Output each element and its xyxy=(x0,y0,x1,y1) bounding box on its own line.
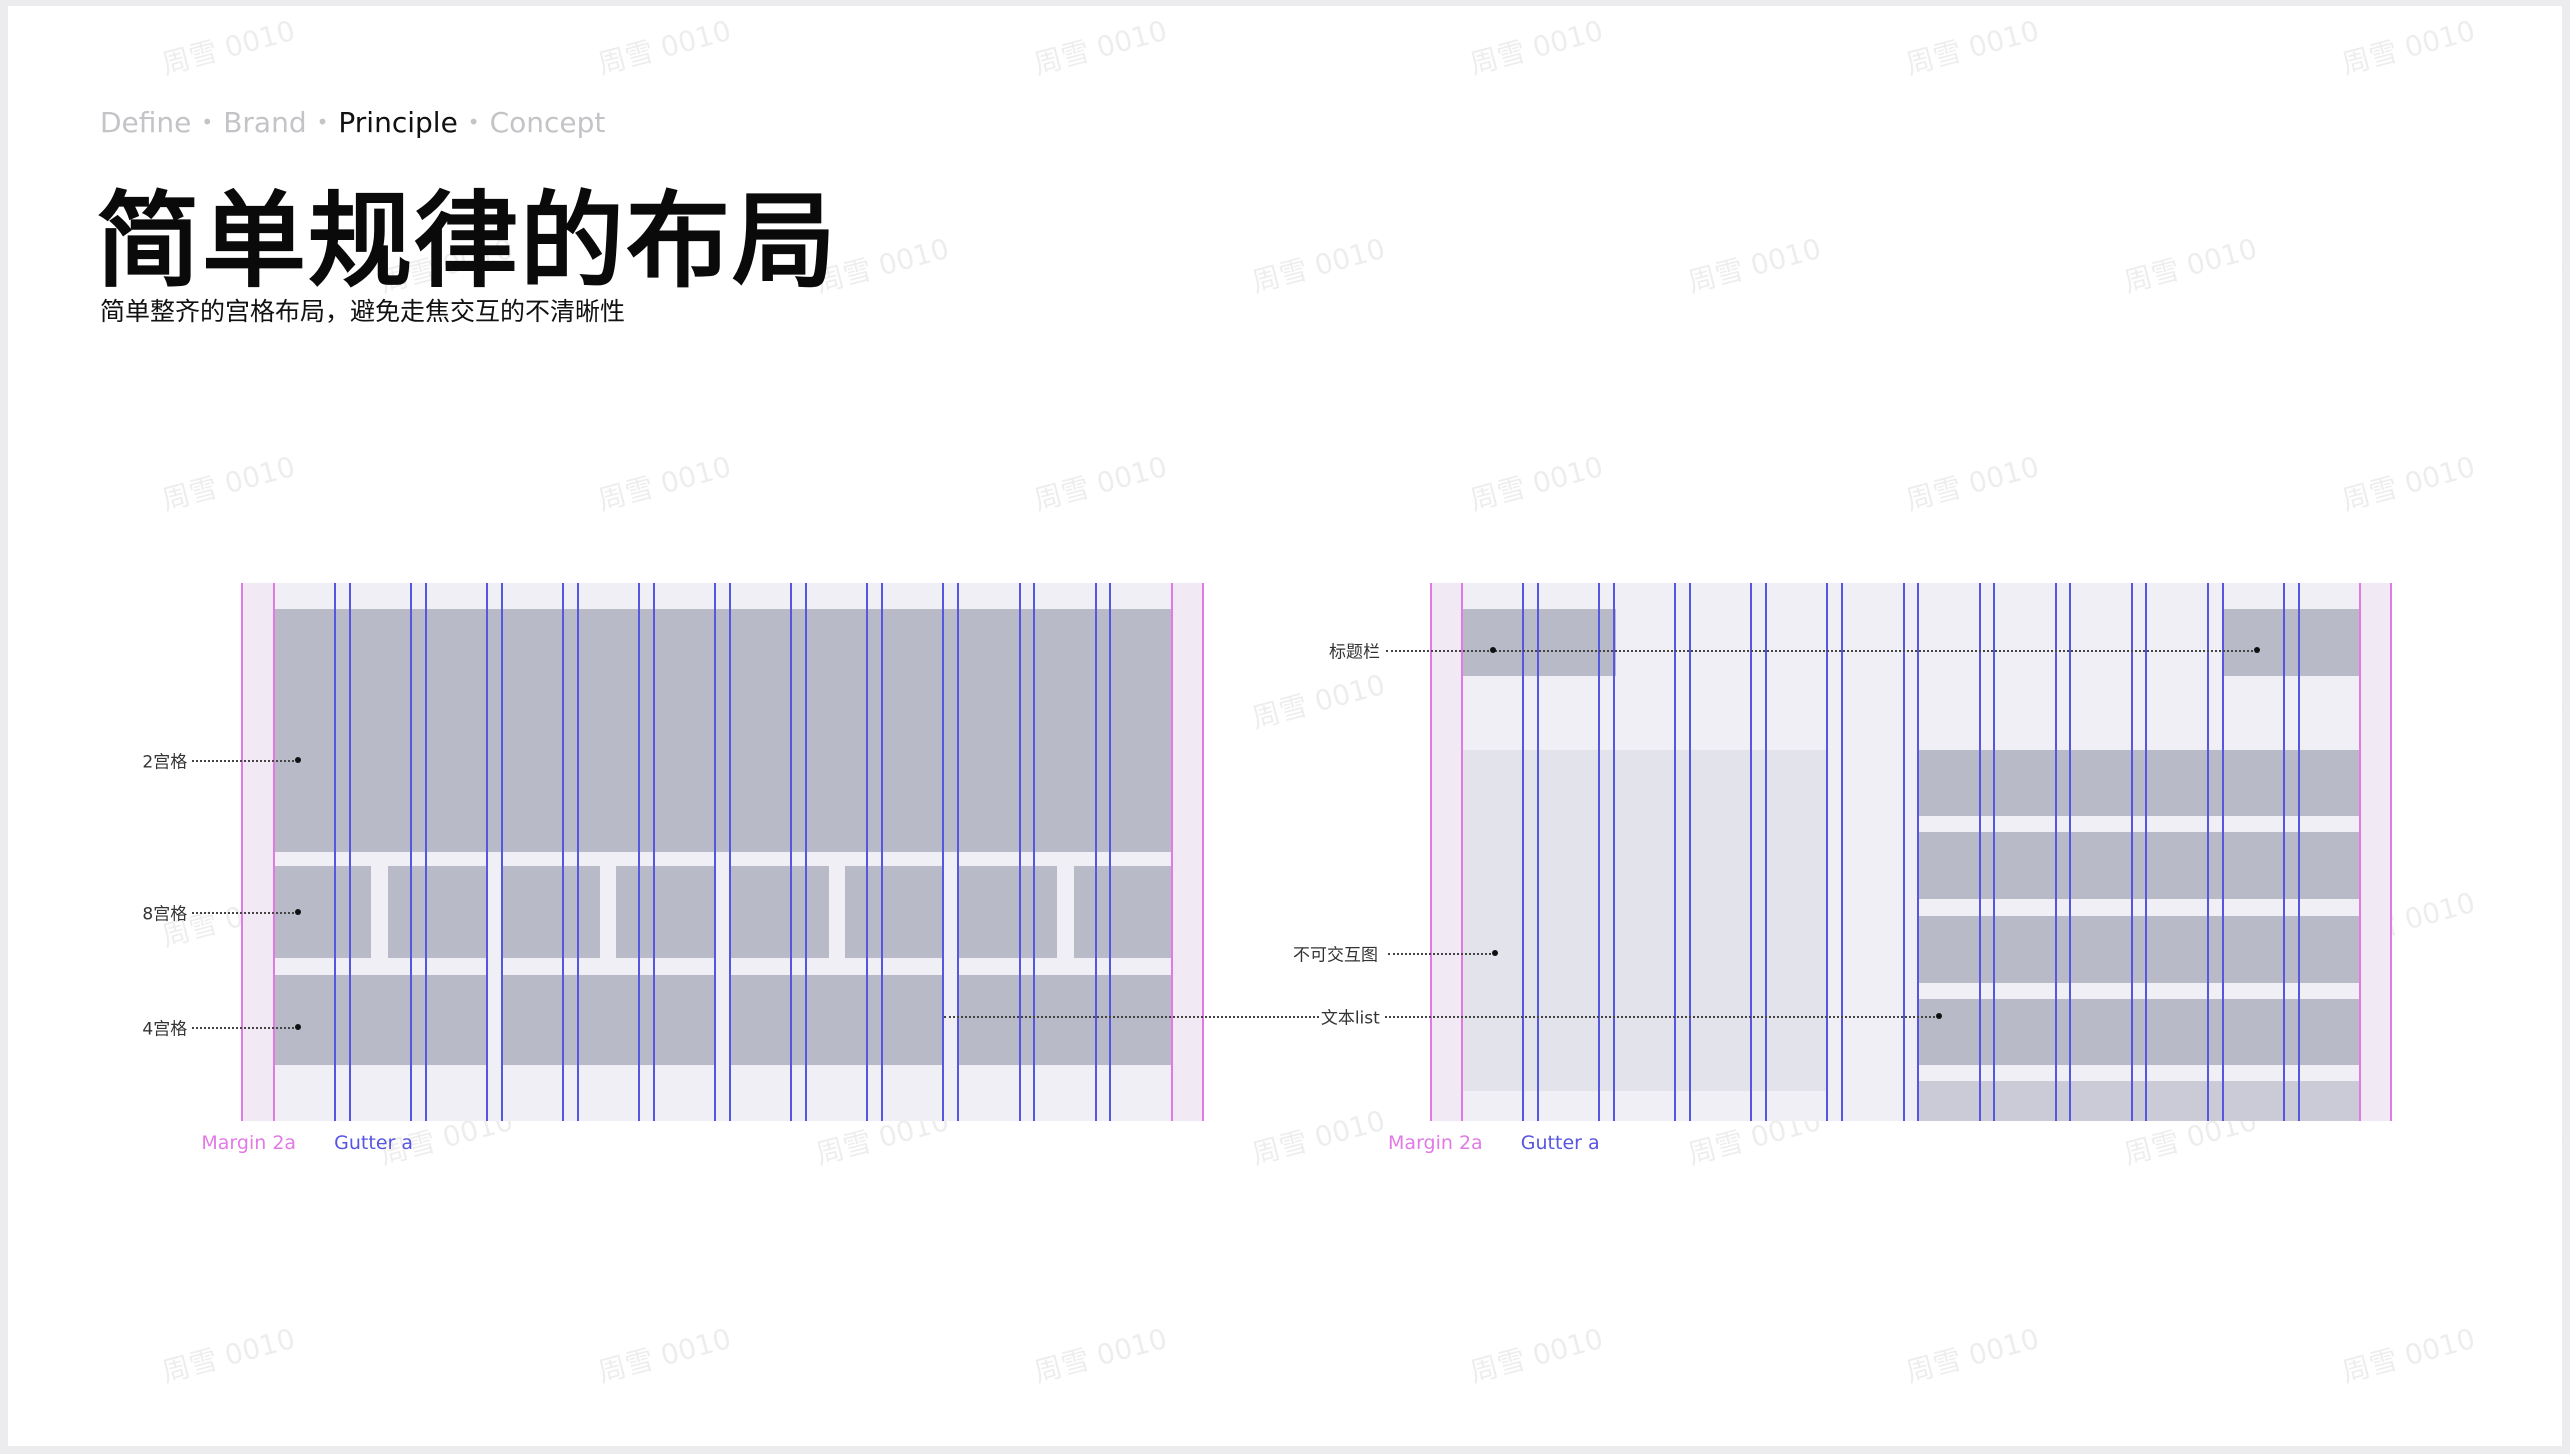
gutter-line xyxy=(2282,582,2285,1121)
gutter-line xyxy=(1522,582,1525,1121)
gutter-line xyxy=(1902,582,1905,1121)
gutter-line xyxy=(2297,582,2300,1121)
text-list-row xyxy=(1919,915,2360,983)
text-list-row xyxy=(1919,832,2360,900)
margin-line xyxy=(1460,582,1463,1121)
leader-dot xyxy=(1935,1012,1942,1019)
leader-dot xyxy=(2253,647,2260,654)
margin-zone xyxy=(1430,582,1462,1121)
gutter-line xyxy=(1689,582,1692,1121)
label-non-interactive-image: 不可交互图 xyxy=(1292,945,1378,966)
gutter-line xyxy=(1993,582,1996,1121)
leader-line xyxy=(1384,1015,1939,1018)
gutter-line xyxy=(2145,582,2148,1121)
gutter-line xyxy=(2130,582,2133,1121)
margin-line xyxy=(2390,582,2393,1121)
gutter-line xyxy=(1612,582,1615,1121)
gutter-line xyxy=(1841,582,1844,1121)
gutter-line xyxy=(1536,582,1539,1121)
margin-line xyxy=(1429,582,1432,1121)
label-title-bar: 标题栏 xyxy=(1329,642,1381,663)
list-layout-diagram: 标题栏 不可交互图 文本list Margin 2a Gutter a xyxy=(8,6,2562,1446)
legend-gutter: Gutter a xyxy=(1520,1131,1600,1154)
leader-dot xyxy=(1491,950,1498,957)
gutter-line xyxy=(2206,582,2209,1121)
margin-zone xyxy=(2359,582,2392,1121)
legend-margin: Margin 2a xyxy=(1388,1131,1483,1154)
gutter-line xyxy=(1674,582,1677,1121)
title-bar-block-right xyxy=(2223,609,2360,677)
label-text-list: 文本list xyxy=(1320,1008,1380,1029)
text-list-row xyxy=(1919,750,2360,816)
leader-line xyxy=(1386,650,2257,653)
gutter-line xyxy=(1765,582,1768,1121)
gutter-line xyxy=(2069,582,2072,1121)
slide-page: 周雪 0010 周雪 0010 周雪 0010 周雪 0010 周雪 0010 周雪 00… xyxy=(8,6,2562,1446)
gutter-line xyxy=(2221,582,2224,1121)
text-list-row xyxy=(1919,999,2360,1065)
gutter-line xyxy=(1978,582,1981,1121)
text-list-row-partial xyxy=(1919,1081,2360,1121)
gutter-line xyxy=(1598,582,1601,1121)
gutter-line xyxy=(1750,582,1753,1121)
non-interactive-image-block xyxy=(1461,750,1828,1091)
gutter-line xyxy=(1917,582,1920,1121)
margin-line xyxy=(2358,582,2361,1121)
leader-line xyxy=(943,1015,1320,1018)
gutter-line xyxy=(1826,582,1829,1121)
leader-dot xyxy=(1489,647,1496,654)
gutter-line xyxy=(2054,582,2057,1121)
leader-line xyxy=(1388,953,1495,956)
